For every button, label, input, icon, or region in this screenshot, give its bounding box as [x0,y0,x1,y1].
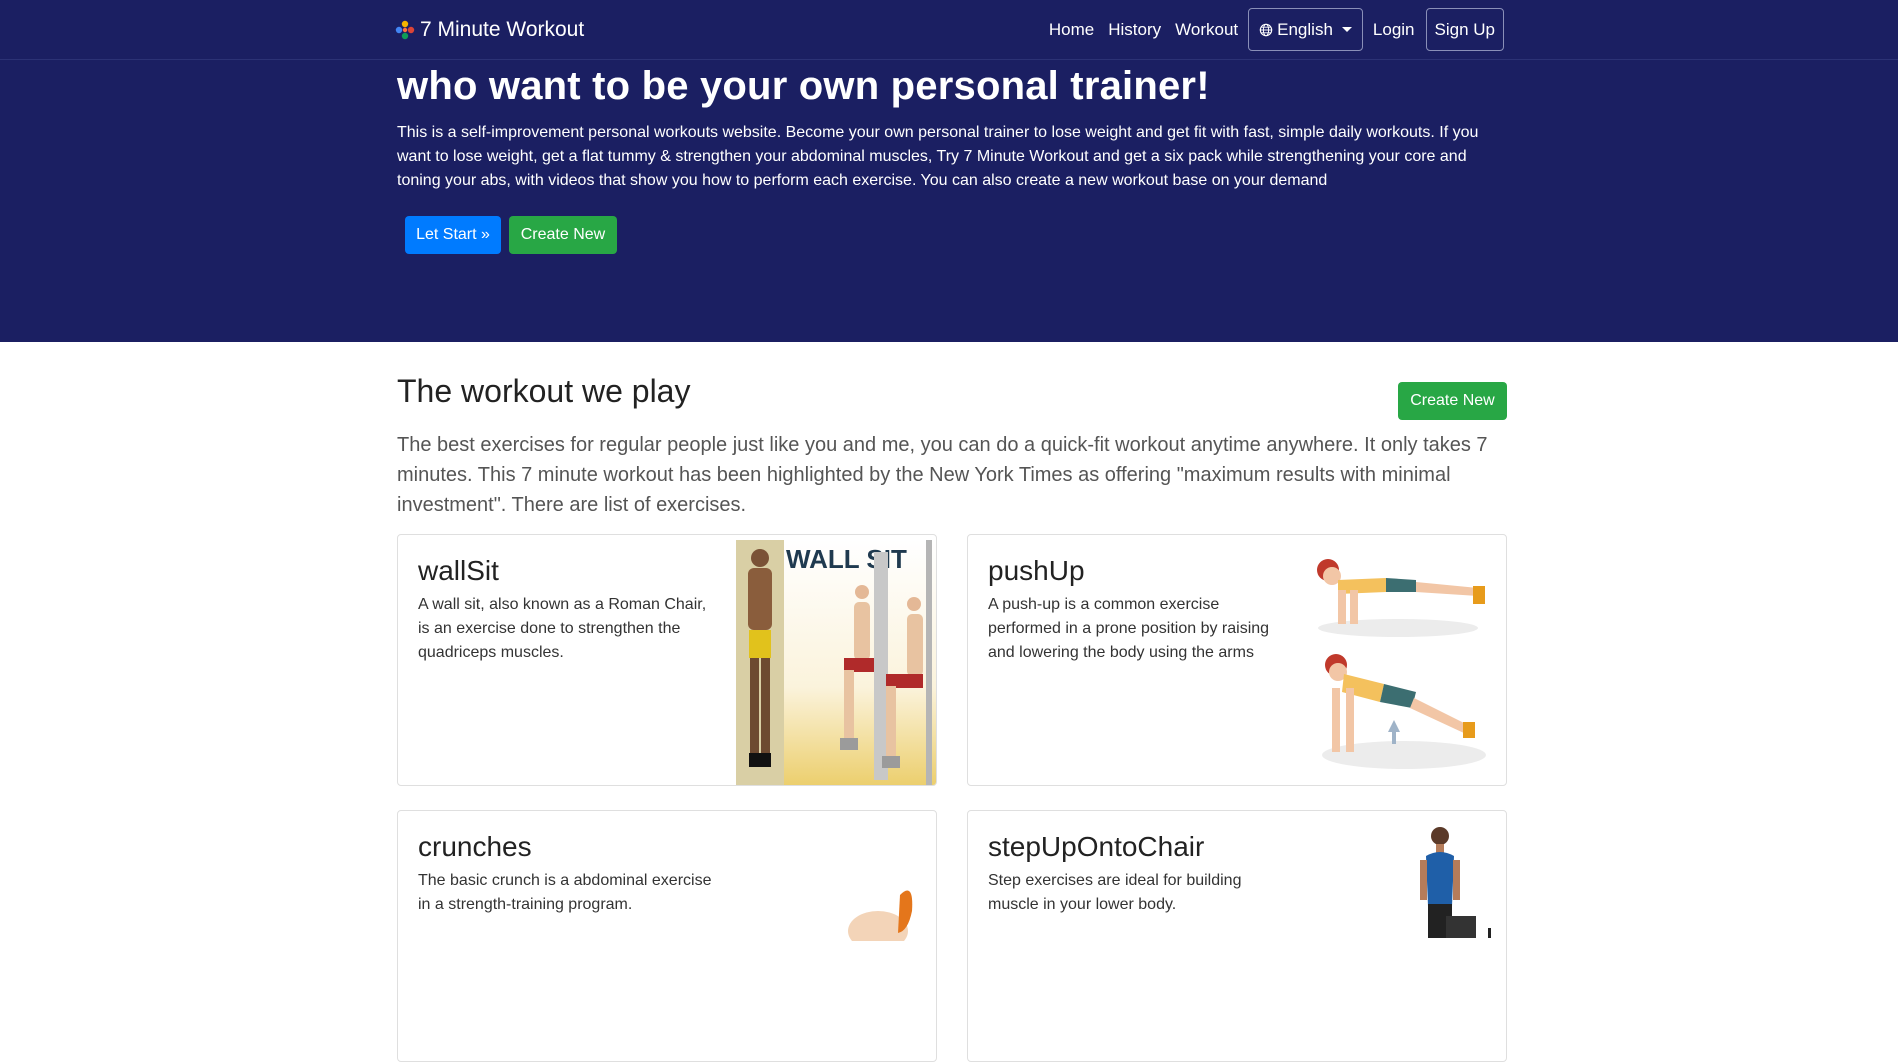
wall-sit-image: WALL SIT [736,540,936,785]
pushup-image [1317,559,1486,769]
language-dropdown[interactable]: English [1248,8,1363,51]
create-new-button[interactable]: Create New [1398,382,1507,420]
exercise-title: wallSit [418,555,499,586]
nav-menu: Home History Workout English Login Sign … [1042,8,1504,51]
brand-name: 7 Minute Workout [420,17,585,41]
globe-icon [1259,23,1273,36]
exercise-card-pushup[interactable]: pushUp A push-up is a common exercise pe… [967,534,1507,786]
section-lead: The best exercises for regular people ju… [397,434,1488,516]
signup-button[interactable]: Sign Up [1425,8,1504,51]
brand-link[interactable]: 7 Minute Workout [394,18,584,42]
hero-title: who want to be your own personal trainer… [397,64,1210,108]
exercise-description: A push-up is a common exercise performed… [988,596,1270,661]
hero-description: This is a self-improvement personal work… [397,124,1479,189]
section-title: The workout we play [397,373,691,409]
navbar: 7 Minute Workout Home History Workout En… [0,0,1898,60]
exercise-title: crunches [418,831,532,862]
exercise-title: pushUp [988,555,1085,586]
language-label: English [1277,19,1333,39]
nav-login-link[interactable]: Login [1366,20,1422,40]
chevron-down-icon [1341,27,1352,32]
nav-history-link[interactable]: History [1101,20,1168,40]
let-start-button[interactable]: Let Start » [405,216,501,254]
exercise-card-stepup[interactable]: stepUpOntoChair Step exercises are ideal… [967,810,1507,1062]
hero-create-new-button[interactable]: Create New [509,216,617,254]
wall-sit-image-text: WALL SIT [786,544,907,574]
exercise-card-wallsit[interactable]: wallSit A wall sit, also known as a Roma… [397,534,937,786]
logo-icon [395,20,415,39]
nav-home-link[interactable]: Home [1042,20,1101,40]
exercise-card-crunches[interactable]: crunches The basic crunch is a abdominal… [397,810,937,1062]
exercise-description: Step exercises are ideal for building mu… [988,872,1242,913]
stepup-image [1420,827,1491,938]
exercise-title: stepUpOntoChair [988,831,1205,862]
exercise-description: The basic crunch is a abdominal exercise… [418,872,712,913]
crunches-image [848,890,913,941]
exercise-description: A wall sit, also known as a Roman Chair,… [418,596,707,661]
nav-workout-link[interactable]: Workout [1168,20,1245,40]
